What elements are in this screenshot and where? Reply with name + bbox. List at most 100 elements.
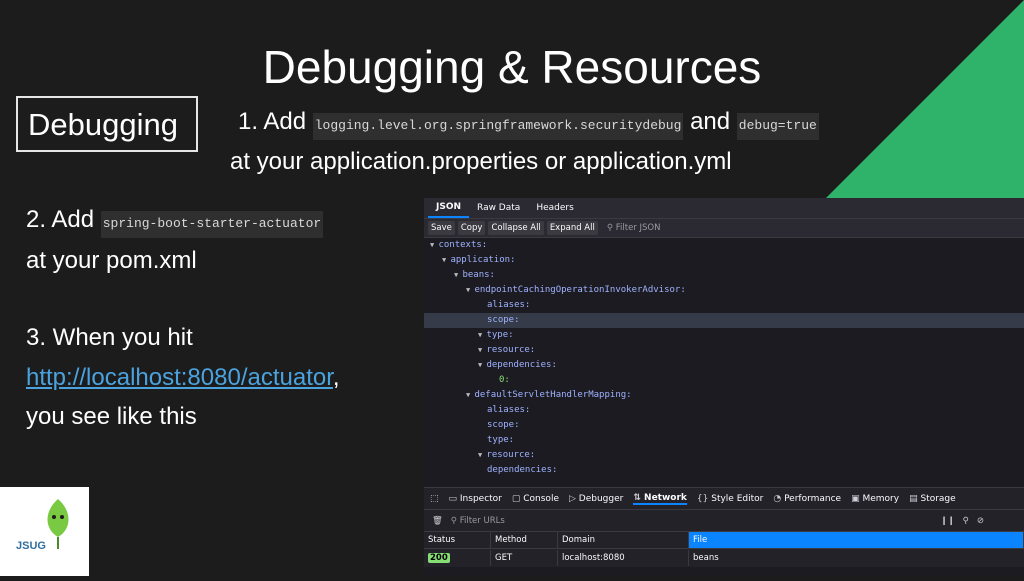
json-tree-row[interactable]: scope: bbox=[424, 418, 1024, 433]
console-icon: ▢ bbox=[511, 493, 524, 504]
json-tree-row[interactable]: dependencies: bbox=[424, 463, 1024, 478]
copy-button[interactable]: Copy bbox=[457, 221, 486, 235]
json-tree-row[interactable]: aliases: bbox=[424, 298, 1024, 313]
json-tree-row[interactable]: aliases: bbox=[424, 403, 1024, 418]
json-key: resource: bbox=[486, 345, 536, 355]
column-method[interactable]: Method bbox=[491, 532, 558, 548]
json-key: scope: bbox=[487, 315, 520, 325]
expand-all-button[interactable]: Expand All bbox=[546, 221, 598, 235]
column-status[interactable]: Status bbox=[424, 532, 491, 548]
tab-headers[interactable]: Headers bbox=[528, 198, 581, 218]
tool-tab-inspector[interactable]: ▭ Inspector bbox=[449, 494, 502, 504]
tool-tab-label: Debugger bbox=[578, 493, 624, 504]
json-key: type: bbox=[486, 330, 514, 340]
slide-title: Debugging & Resources bbox=[262, 41, 762, 93]
network-icon: ⇅ bbox=[633, 492, 645, 503]
actuator-link[interactable]: http://localhost:8080/actuator bbox=[26, 364, 333, 391]
tool-tab-label: Network bbox=[644, 492, 687, 503]
status-cell: 200 bbox=[424, 550, 491, 566]
pause-icon[interactable]: ❙❙ bbox=[940, 516, 954, 526]
step1-line1: 1. Add logging.level.org.springframework… bbox=[238, 108, 819, 140]
json-tree-row[interactable]: scope: bbox=[424, 313, 1024, 328]
json-tree: ▼ contexts: ▼ application: ▼ beans: ▼ endpo… bbox=[424, 238, 1024, 478]
debugger-icon: ▷ bbox=[568, 493, 579, 504]
json-tree-row[interactable]: 0: bbox=[424, 373, 1024, 388]
pick-element-icon[interactable]: ⬚ bbox=[430, 494, 439, 504]
inspector-icon: ▭ bbox=[448, 493, 460, 504]
json-key: dependencies: bbox=[487, 465, 558, 475]
step1-line2: at your application.properties or applic… bbox=[230, 148, 732, 175]
status-badge: 200 bbox=[428, 553, 450, 563]
style-editor-icon: {} bbox=[696, 493, 712, 504]
json-tree-row[interactable]: type: bbox=[424, 433, 1024, 448]
block-icon[interactable]: ⊘ bbox=[977, 516, 1024, 526]
json-key: resource: bbox=[486, 450, 536, 460]
filter-urls-input[interactable]: ⚲ Filter URLs bbox=[451, 516, 505, 526]
devtools-toolbox: ⬚ ▭ Inspector ▢ Console ▷ Debugger ⇅ Networ… bbox=[424, 487, 1024, 567]
domain-cell: localhost:8080 bbox=[558, 550, 689, 566]
json-tree-row[interactable]: ▼ dependencies: bbox=[424, 358, 1024, 373]
json-key: aliases: bbox=[487, 300, 531, 310]
json-key: dependencies: bbox=[486, 360, 557, 370]
json-tree-row[interactable]: ▼ beans: bbox=[424, 268, 1024, 283]
tool-tab-console[interactable]: ▢ Console bbox=[512, 494, 559, 504]
logo-text: JSUG bbox=[16, 540, 46, 552]
json-key: beans: bbox=[462, 270, 495, 280]
filter-icon: ⚲ bbox=[606, 223, 616, 233]
save-button[interactable]: Save bbox=[428, 221, 455, 235]
json-tree-row[interactable]: ▼ defaultServletHandlerMapping: bbox=[424, 388, 1024, 403]
tool-tab-label: Memory bbox=[862, 493, 900, 504]
json-key: defaultServletHandlerMapping: bbox=[474, 390, 632, 400]
json-key: 0: bbox=[499, 375, 510, 385]
json-tree-row[interactable]: ▼ resource: bbox=[424, 343, 1024, 358]
collapse-all-button[interactable]: Collapse All bbox=[488, 221, 544, 235]
tool-tab-label: Console bbox=[523, 493, 559, 504]
jsug-logo: JSUG bbox=[0, 487, 89, 576]
json-tree-row[interactable]: ▼ contexts: bbox=[424, 238, 1024, 253]
json-tree-row[interactable]: ▼ application: bbox=[424, 253, 1024, 268]
step3-line1: 3. When you hit bbox=[26, 324, 193, 351]
step2-prefix: 2. Add bbox=[26, 206, 101, 233]
leaf-icon: JSUG bbox=[16, 499, 69, 552]
tool-tab-style-editor[interactable]: {} Style Editor bbox=[697, 494, 763, 504]
tab-json[interactable]: JSON bbox=[428, 198, 470, 218]
search-icon[interactable]: ⚲ bbox=[963, 516, 969, 526]
trash-icon[interactable]: 🗑 bbox=[432, 516, 443, 526]
step3-line3: you see like this bbox=[26, 403, 197, 430]
step2-line1: 2. Add spring-boot-starter-actuator bbox=[26, 206, 324, 238]
json-key: type: bbox=[487, 435, 515, 445]
json-tree-row[interactable]: ▼ type: bbox=[424, 328, 1024, 343]
json-key: aliases: bbox=[487, 405, 531, 415]
column-file[interactable]: File bbox=[689, 532, 1024, 548]
tab-raw-data[interactable]: Raw Data bbox=[469, 198, 528, 218]
comma: , bbox=[332, 364, 340, 391]
storage-icon: ▤ bbox=[909, 493, 921, 504]
debug-true-code: debug=true bbox=[736, 113, 819, 140]
tool-tab-memory[interactable]: ▣ Memory bbox=[851, 494, 899, 504]
column-domain[interactable]: Domain bbox=[558, 532, 689, 548]
tool-tab-label: Storage bbox=[920, 493, 956, 504]
tool-tab-network[interactable]: ⇅ Network bbox=[633, 493, 687, 505]
step1-prefix: 1. Add bbox=[238, 108, 313, 135]
tool-tab-storage[interactable]: ▤ Storage bbox=[909, 494, 956, 504]
json-key: scope: bbox=[487, 420, 520, 430]
json-key: endpointCachingOperationInvokerAdvisor: bbox=[474, 285, 686, 295]
file-cell: beans bbox=[693, 553, 719, 563]
json-tree-row[interactable]: ▼ endpointCachingOperationInvokerAdvisor… bbox=[424, 283, 1024, 298]
tool-tab-performance[interactable]: ◔ Performance bbox=[773, 494, 841, 504]
table-row[interactable]: 200 GET localhost:8080 beans bbox=[424, 549, 1024, 567]
tool-tab-debugger[interactable]: ▷ Debugger bbox=[569, 494, 623, 504]
logging-property-code: logging.level.org.springframework.securi… bbox=[312, 113, 684, 140]
json-tree-row[interactable]: ▼ resource: bbox=[424, 448, 1024, 463]
devtools-panel: JSON Raw Data Headers Save Copy Collapse… bbox=[424, 198, 1024, 576]
filter-json-placeholder: Filter JSON bbox=[615, 223, 661, 233]
devtools-tool-tabs: ⬚ ▭ Inspector ▢ Console ▷ Debugger ⇅ Networ… bbox=[424, 488, 1024, 510]
tool-tab-label: Performance bbox=[784, 493, 842, 504]
memory-icon: ▣ bbox=[851, 493, 863, 504]
step1-and: and bbox=[683, 108, 737, 135]
step2-line2: at your pom.xml bbox=[26, 247, 197, 274]
actuator-dependency-code: spring-boot-starter-actuator bbox=[100, 211, 324, 238]
filter-json-input[interactable]: ⚲ Filter JSON bbox=[607, 223, 661, 233]
json-viewer-tabs: JSON Raw Data Headers bbox=[424, 198, 1024, 218]
tool-tab-label: Inspector bbox=[459, 493, 502, 504]
